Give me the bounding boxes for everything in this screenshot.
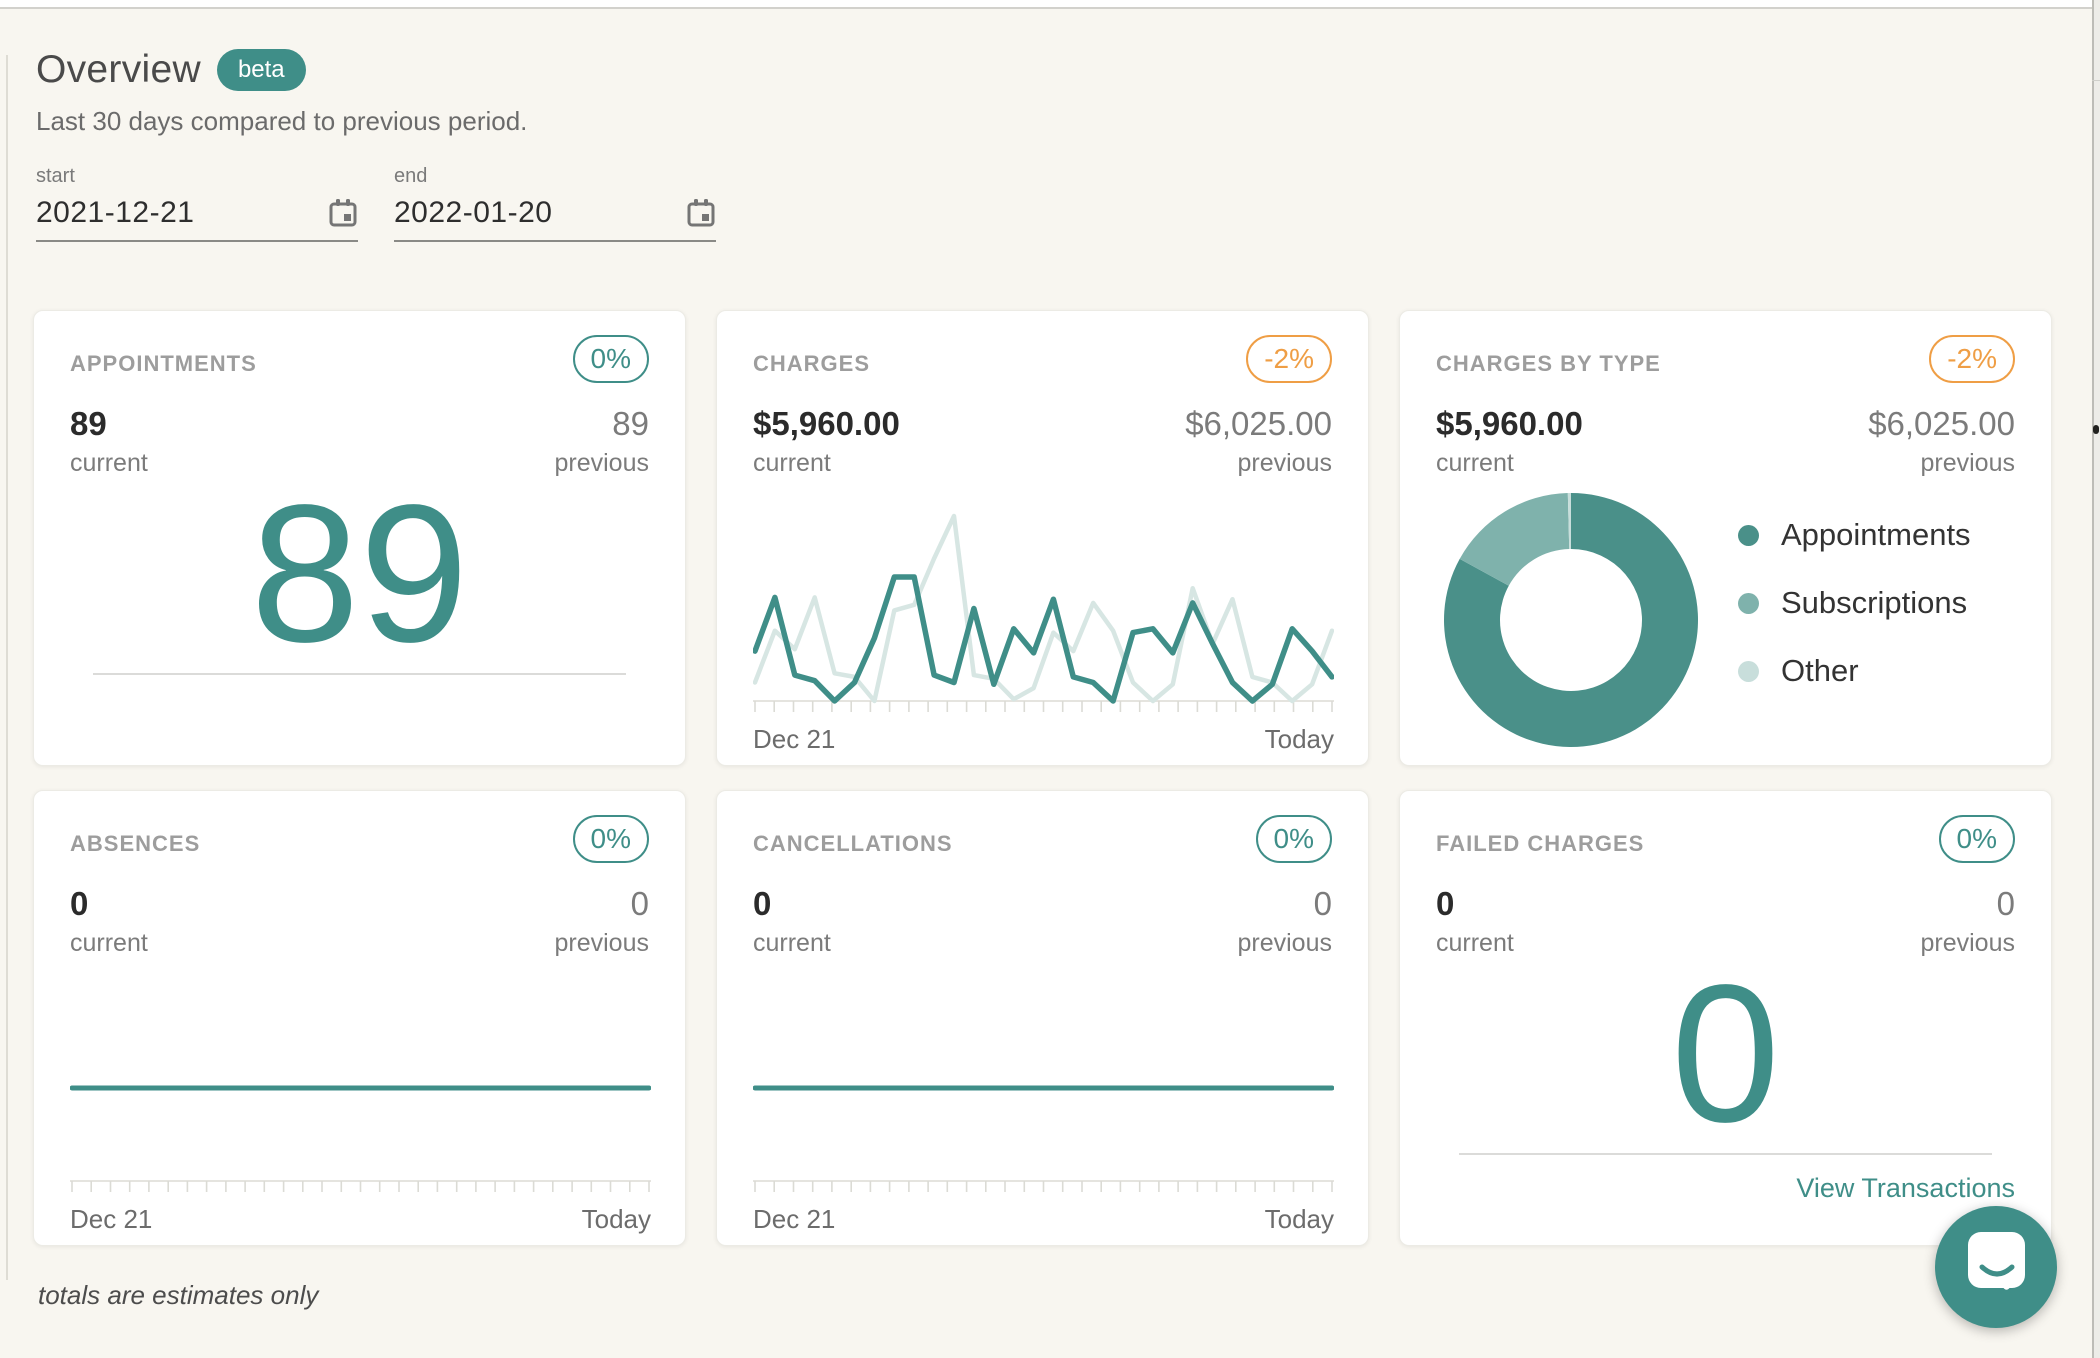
- calendar-icon[interactable]: [328, 198, 358, 228]
- card-title: CHARGES: [753, 351, 870, 377]
- x-axis-end-label: Today: [1265, 1204, 1334, 1235]
- intercom-chat-button[interactable]: [1935, 1206, 2057, 1328]
- view-transactions-link[interactable]: View Transactions: [1796, 1173, 2015, 1203]
- current-stat: $5,960.00 current: [1436, 405, 1583, 478]
- end-date-field: end 2022-01-20: [394, 165, 716, 242]
- charges-by-type-donut-chart: [1442, 491, 1700, 749]
- current-stat: 89 current: [70, 405, 148, 478]
- beta-badge: beta: [217, 49, 306, 91]
- current-stat: 0 current: [1436, 885, 1514, 958]
- current-label: current: [753, 929, 831, 958]
- legend-item-appointments: Appointments: [1738, 517, 1971, 553]
- current-label: current: [753, 449, 900, 478]
- change-badge: 0%: [573, 335, 649, 383]
- current-value: 89: [70, 405, 148, 443]
- current-stat: 0 current: [753, 885, 831, 958]
- card-title: ABSENCES: [70, 831, 200, 857]
- page-header: Overview beta Last 30 days compared to p…: [36, 48, 527, 137]
- big-total-value: 0: [1436, 972, 2015, 1137]
- change-badge: 0%: [1256, 815, 1332, 863]
- change-badge: 0%: [573, 815, 649, 863]
- previous-value: 0: [1238, 885, 1333, 923]
- smile-icon: [1979, 1264, 2015, 1280]
- current-value: 0: [70, 885, 148, 923]
- previous-label: previous: [555, 929, 650, 958]
- previous-value: 89: [555, 405, 650, 443]
- charges-line-chart: [753, 504, 1334, 716]
- current-label: current: [70, 449, 148, 478]
- scrollbar-marker: [2093, 425, 2099, 434]
- legend-item-other: Other: [1738, 653, 1971, 689]
- card-charges: CHARGES -2% $5,960.00 current $6,025.00 …: [716, 310, 1369, 766]
- previous-label: previous: [1868, 449, 2015, 478]
- previous-stat: 0 previous: [555, 885, 650, 958]
- previous-value: $6,025.00: [1185, 405, 1332, 443]
- card-title: CHARGES BY TYPE: [1436, 351, 1661, 377]
- card-charges-by-type: CHARGES BY TYPE -2% $5,960.00 current $6…: [1399, 310, 2052, 766]
- card-appointments: APPOINTMENTS 0% 89 current 89 previous 8…: [33, 310, 686, 766]
- card-title: APPOINTMENTS: [70, 351, 257, 377]
- previous-stat: $6,025.00 previous: [1185, 405, 1332, 478]
- legend-item-subscriptions: Subscriptions: [1738, 585, 1971, 621]
- card-absences: ABSENCES 0% 0 current 0 previous Dec 21 …: [33, 790, 686, 1246]
- previous-value: $6,025.00: [1868, 405, 2015, 443]
- donut-legend: Appointments Subscriptions Other: [1738, 517, 1971, 689]
- card-title: FAILED CHARGES: [1436, 831, 1644, 857]
- scrollbar[interactable]: [2092, 0, 2100, 1358]
- end-date-value: 2022-01-20: [394, 196, 552, 230]
- top-border: [0, 0, 2100, 9]
- current-value: 0: [1436, 885, 1514, 923]
- current-value: $5,960.00: [1436, 405, 1583, 443]
- left-border-line: [6, 55, 8, 1280]
- previous-value: 0: [555, 885, 650, 923]
- date-range: start 2021-12-21 end 2022-01-20: [36, 165, 716, 242]
- current-value: 0: [753, 885, 831, 923]
- x-axis-end-label: Today: [1265, 724, 1334, 755]
- x-axis-start-label: Dec 21: [753, 1204, 835, 1235]
- cancellations-line-chart: [753, 984, 1334, 1196]
- x-axis-end-label: Today: [582, 1204, 651, 1235]
- page-subtitle: Last 30 days compared to previous period…: [36, 106, 527, 137]
- overview-page: Overview beta Last 30 days compared to p…: [0, 0, 2100, 1358]
- footer-note: totals are estimates only: [38, 1280, 318, 1311]
- card-cancellations: CANCELLATIONS 0% 0 current 0 previous De…: [716, 790, 1369, 1246]
- previous-stat: 0 previous: [1238, 885, 1333, 958]
- current-stat: 0 current: [70, 885, 148, 958]
- legend-dot: [1738, 661, 1759, 682]
- previous-value: 0: [1921, 885, 2016, 923]
- x-axis-start-label: Dec 21: [753, 724, 835, 755]
- stats-cards-grid: APPOINTMENTS 0% 89 current 89 previous 8…: [33, 310, 2052, 1246]
- start-date-field: start 2021-12-21: [36, 165, 358, 242]
- change-badge: -2%: [1246, 335, 1332, 383]
- end-date-input[interactable]: 2022-01-20: [394, 196, 716, 242]
- legend-dot: [1738, 593, 1759, 614]
- current-value: $5,960.00: [753, 405, 900, 443]
- previous-stat: $6,025.00 previous: [1868, 405, 2015, 478]
- previous-stat: 0 previous: [1921, 885, 2016, 958]
- start-date-value: 2021-12-21: [36, 196, 194, 230]
- card-failed-charges: FAILED CHARGES 0% 0 current 0 previous 0…: [1399, 790, 2052, 1246]
- previous-label: previous: [1238, 929, 1333, 958]
- current-label: current: [70, 929, 148, 958]
- previous-stat: 89 previous: [555, 405, 650, 478]
- page-title: Overview: [36, 48, 201, 92]
- change-badge: 0%: [1939, 815, 2015, 863]
- start-date-label: start: [36, 165, 358, 188]
- card-title: CANCELLATIONS: [753, 831, 953, 857]
- current-label: current: [1436, 929, 1514, 958]
- start-date-input[interactable]: 2021-12-21: [36, 196, 358, 242]
- big-total-value: 89: [70, 492, 649, 657]
- absences-line-chart: [70, 984, 651, 1196]
- end-date-label: end: [394, 165, 716, 188]
- previous-label: previous: [1185, 449, 1332, 478]
- x-axis-start-label: Dec 21: [70, 1204, 152, 1235]
- change-badge: -2%: [1929, 335, 2015, 383]
- legend-dot: [1738, 525, 1759, 546]
- current-label: current: [1436, 449, 1583, 478]
- previous-label: previous: [1921, 929, 2016, 958]
- previous-label: previous: [555, 449, 650, 478]
- current-stat: $5,960.00 current: [753, 405, 900, 478]
- calendar-icon[interactable]: [686, 198, 716, 228]
